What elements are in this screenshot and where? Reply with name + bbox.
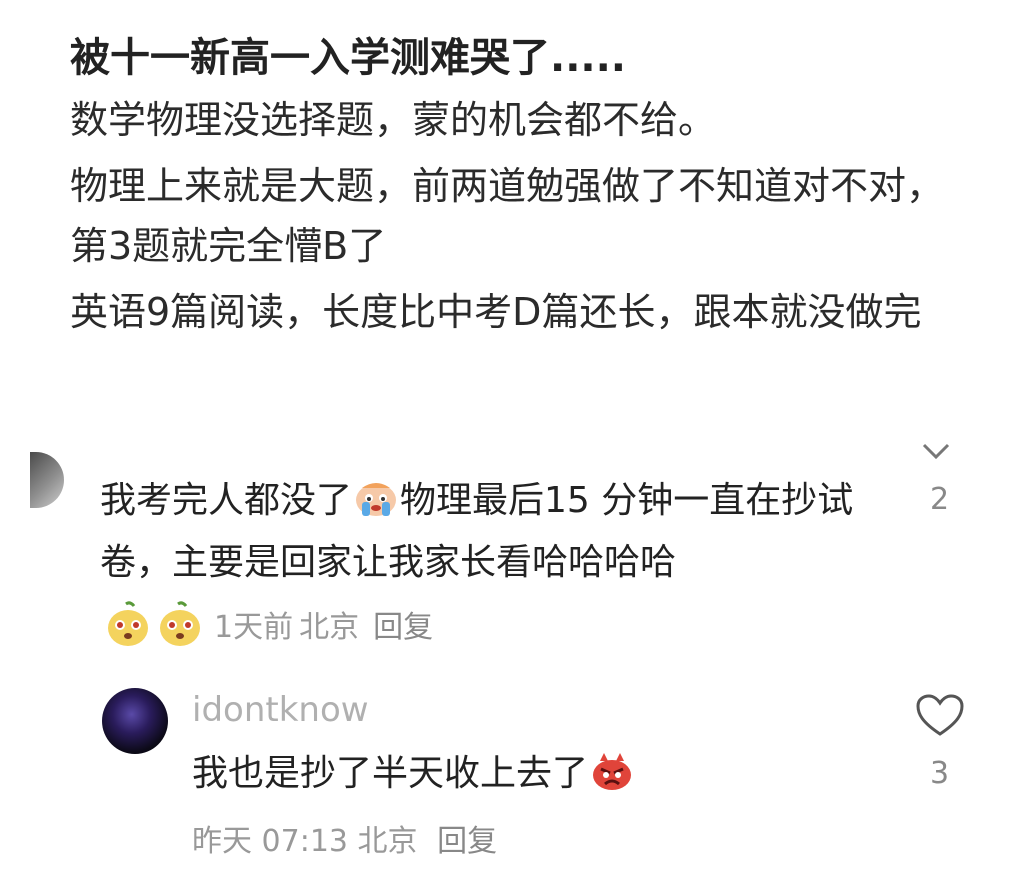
- reply-location: 北京: [357, 824, 418, 859]
- comment-like-count: 2: [930, 482, 950, 517]
- angry-emoji-icon: [593, 753, 632, 790]
- reply-text-body: 我也是抄了半天收上去了: [192, 753, 589, 794]
- reply-meta: 昨天 07:13 北京 回复: [192, 816, 497, 860]
- comment-text: 我考完人都没了 物理最后15 分钟一直在抄试卷，主要是回家让我家长看哈哈哈哈: [100, 470, 880, 594]
- reply-like-count: 3: [930, 756, 950, 791]
- cutoff-comment-header: [0, 430, 1016, 460]
- post-line-3: 英语9篇阅读，长度比中考D篇还长，跟本就没做完: [70, 290, 922, 334]
- comment-reply-button[interactable]: 回复: [373, 602, 433, 646]
- comment-text-part1: 我考完人都没了: [100, 480, 353, 521]
- reply-time: 昨天 07:13: [192, 824, 348, 859]
- comment-location: 北京: [299, 610, 360, 645]
- post-line-1: 数学物理没选择题，蒙的机会都不给。: [70, 98, 717, 142]
- meme-emoji-icon: [108, 601, 148, 646]
- post: 被十一新高一入学测难哭了..... 数学物理没选择题，蒙的机会都不给。 物理上来…: [70, 28, 970, 348]
- reply-text: 我也是抄了半天收上去了: [192, 746, 636, 802]
- heart-icon[interactable]: [916, 694, 964, 738]
- comment-time: 1天前: [214, 610, 294, 645]
- post-title: 被十一新高一入学测难哭了.....: [70, 35, 626, 81]
- commenter-avatar[interactable]: [30, 452, 64, 508]
- comment-meta: 1天前 北京 回复: [104, 598, 433, 650]
- comment: 我考完人都没了 物理最后15 分钟一直在抄试卷，主要是回家让我家长看哈哈哈哈: [100, 470, 880, 594]
- reply-avatar[interactable]: [102, 688, 168, 754]
- chevron-down-icon[interactable]: [922, 442, 950, 460]
- reply-reply-button[interactable]: 回复: [437, 824, 497, 859]
- crying-emoji-icon: [356, 483, 397, 516]
- post-line-2: 物理上来就是大题，前两道勉强做了不知道对不对，第3题就完全懵B了: [70, 164, 945, 268]
- reply-username[interactable]: idontknow: [192, 690, 369, 730]
- meme-emoji-icon: [160, 601, 200, 646]
